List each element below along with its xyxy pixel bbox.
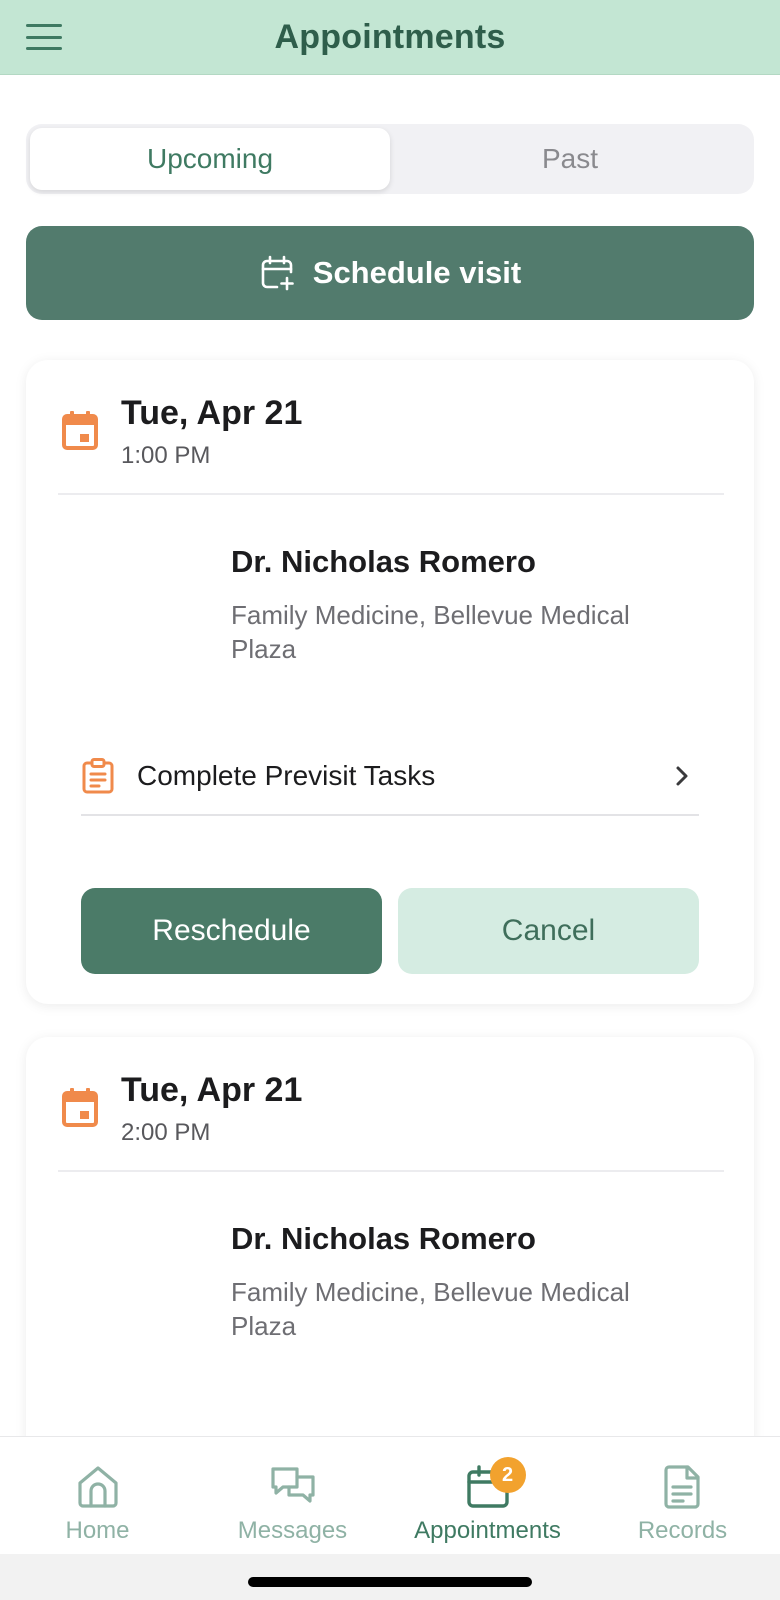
appointment-card-header: Tue, Apr 21 1:00 PM (26, 360, 754, 494)
appointment-card-header: Tue, Apr 21 2:00 PM (26, 1037, 754, 1171)
tab-messages[interactable]: Messages (195, 1437, 390, 1554)
tab-records-label: Records (637, 1517, 728, 1544)
appointment-card[interactable]: Tue, Apr 21 2:00 PM Dr. Nicholas Romero … (26, 1037, 754, 1457)
appointments-segmented-control: Upcoming Past (26, 124, 754, 194)
appointment-date: Tue, Apr 21 (121, 394, 303, 432)
tab-appointments-label: Appointments (414, 1517, 561, 1544)
previsit-tasks-row[interactable]: Complete Previsit Tasks (81, 738, 699, 816)
appointment-location: Family Medicine, Bellevue Medical Plaza (231, 1277, 630, 1341)
calendar-icon (62, 411, 98, 450)
schedule-visit-label: Schedule visit (312, 255, 522, 290)
clipboard-icon (82, 758, 114, 794)
appointments-count-badge: 2 (489, 1457, 526, 1493)
divider (58, 493, 724, 495)
appointment-time: 2:00 PM (121, 1119, 211, 1146)
reschedule-button[interactable]: Reschedule (81, 888, 382, 974)
page-title: Appointments (274, 17, 506, 56)
chevron-right-icon (676, 766, 688, 786)
app-header: Appointments (0, 0, 780, 75)
previsit-tasks-label: Complete Previsit Tasks (137, 760, 436, 791)
tab-home[interactable]: Home (0, 1437, 195, 1554)
home-icon (77, 1466, 118, 1508)
appointment-location: Family Medicine, Bellevue Medical Plaza (231, 600, 630, 664)
home-indicator[interactable] (248, 1577, 532, 1587)
appointment-date: Tue, Apr 21 (121, 1071, 303, 1109)
hamburger-menu-icon[interactable] (26, 24, 62, 50)
cancel-button[interactable]: Cancel (398, 888, 699, 974)
appointment-time: 1:00 PM (121, 442, 211, 469)
schedule-visit-button[interactable]: Schedule visit (26, 226, 754, 320)
divider (58, 1170, 724, 1172)
doctor-name: Dr. Nicholas Romero (231, 1221, 536, 1256)
calendar-plus-icon (261, 255, 294, 291)
bottom-tab-bar: Home Messages 2 Appointments Records (0, 1436, 780, 1554)
chat-bubbles-icon (270, 1467, 315, 1503)
doctor-name: Dr. Nicholas Romero (231, 544, 536, 579)
appointment-card[interactable]: Tue, Apr 21 1:00 PM Dr. Nicholas Romero … (26, 360, 754, 1004)
tab-past[interactable]: Past (390, 128, 750, 190)
tab-messages-label: Messages (237, 1517, 348, 1544)
tab-home-label: Home (65, 1517, 130, 1544)
document-icon (663, 1465, 700, 1509)
tab-appointments[interactable]: 2 Appointments (390, 1437, 585, 1554)
tab-upcoming[interactable]: Upcoming (30, 128, 390, 190)
appointment-actions: Reschedule Cancel (81, 888, 699, 974)
tab-records[interactable]: Records (585, 1437, 780, 1554)
calendar-icon (62, 1088, 98, 1127)
